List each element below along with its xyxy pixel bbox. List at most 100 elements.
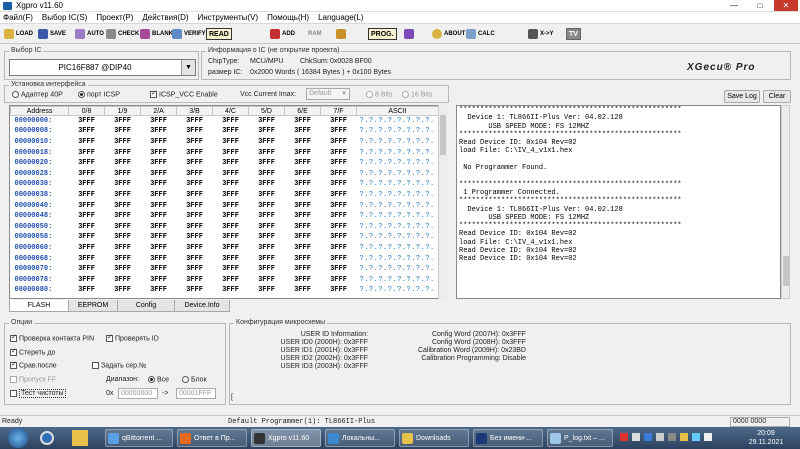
hex-cell[interactable]: 3FFF [249, 126, 285, 137]
hex-cell[interactable]: 3FFF [213, 232, 249, 243]
hex-cell[interactable]: 3FFF [69, 126, 105, 137]
hex-editor-grid[interactable]: Address 0/8 1/9 2/A 3/B 4/C 5/D 6/E 7/F ASCII 000… [9, 105, 447, 299]
hex-cell[interactable]: 3FFF [249, 116, 285, 127]
hex-cell[interactable]: 3FFF [177, 190, 213, 201]
ascii-cell[interactable]: ?.?.?.?.?.?.?.?. [357, 126, 439, 137]
adapter40-radio[interactable]: Адаптер 40P [12, 91, 63, 98]
hex-cell[interactable]: 3FFF [177, 211, 213, 222]
hex-cell[interactable]: 3FFF [321, 274, 357, 285]
ram-button[interactable]: RAM [308, 27, 322, 41]
hex-cell[interactable]: 3FFF [177, 137, 213, 148]
tray-icon[interactable] [680, 433, 688, 441]
hex-cell[interactable]: 3FFF [69, 137, 105, 148]
hex-cell[interactable]: 3FFF [213, 147, 249, 158]
hex-cell[interactable]: 3FFF [69, 158, 105, 169]
hex-cell[interactable]: 3FFF [141, 274, 177, 285]
hex-cell[interactable]: 3FFF [177, 116, 213, 127]
save-button[interactable]: SAVE [38, 27, 66, 41]
explorer-icon[interactable] [72, 430, 88, 446]
hex-cell[interactable]: 3FFF [105, 126, 141, 137]
bits16-radio[interactable]: 16 Bits [402, 91, 432, 98]
range-all-radio[interactable]: Все [148, 376, 169, 383]
close-button[interactable]: ✕ [774, 0, 798, 11]
hex-cell[interactable]: 3FFF [285, 168, 321, 179]
hex-cell[interactable]: 3FFF [69, 221, 105, 232]
hex-cell[interactable]: 3FFF [105, 253, 141, 264]
hex-cell[interactable]: 3FFF [105, 158, 141, 169]
hex-cell[interactable]: 3FFF [321, 232, 357, 243]
ascii-cell[interactable]: ?.?.?.?.?.?.?.?. [357, 158, 439, 169]
hex-cell[interactable]: 3FFF [177, 285, 213, 296]
logic-button[interactable] [404, 27, 414, 41]
hex-cell[interactable]: 3FFF [213, 285, 249, 296]
taskbar-item-notepad[interactable]: P_log.txt – ... [547, 429, 613, 447]
hex-cell[interactable]: 3FFF [177, 221, 213, 232]
hex-cell[interactable]: 3FFF [285, 137, 321, 148]
hex-cell[interactable]: 3FFF [249, 211, 285, 222]
hex-cell[interactable]: 3FFF [177, 200, 213, 211]
hex-cell[interactable]: 3FFF [177, 243, 213, 254]
minimize-button[interactable]: — [722, 0, 746, 11]
hex-cell[interactable]: 3FFF [141, 137, 177, 148]
ascii-cell[interactable]: ?.?.?.?.?.?.?.?. [357, 243, 439, 254]
hex-cell[interactable]: 3FFF [321, 116, 357, 127]
hex-cell[interactable]: 3FFF [177, 274, 213, 285]
menu-file[interactable]: Файл(F) [3, 13, 33, 22]
skip-ff-checkbox[interactable]: Пропуск FF [10, 376, 56, 383]
hex-cell[interactable]: 3FFF [177, 147, 213, 158]
hex-cell[interactable]: 3FFF [285, 243, 321, 254]
menu-select-ic[interactable]: Выбор IC(S) [42, 13, 87, 22]
hex-cell[interactable]: 3FFF [213, 179, 249, 190]
hex-cell[interactable]: 3FFF [321, 179, 357, 190]
hex-cell[interactable]: 3FFF [285, 116, 321, 127]
hex-cell[interactable]: 3FFF [321, 211, 357, 222]
hex-cell[interactable]: 3FFF [285, 232, 321, 243]
hex-cell[interactable]: 3FFF [249, 200, 285, 211]
hex-cell[interactable]: 3FFF [249, 137, 285, 148]
chevron-down-icon[interactable]: ▼ [181, 60, 195, 75]
hex-cell[interactable]: 3FFF [249, 253, 285, 264]
hex-cell[interactable]: 3FFF [105, 179, 141, 190]
hex-cell[interactable]: 3FFF [105, 168, 141, 179]
hex-cell[interactable]: 3FFF [69, 200, 105, 211]
tray-icon[interactable] [656, 433, 664, 441]
blank-button[interactable]: BLANK [140, 27, 173, 41]
compare-after-checkbox[interactable]: Срав.после [10, 362, 57, 369]
tray-icon[interactable] [620, 433, 628, 441]
hex-cell[interactable]: 3FFF [141, 232, 177, 243]
menu-actions[interactable]: Действия(D) [142, 13, 188, 22]
ascii-cell[interactable]: ?.?.?.?.?.?.?.?. [357, 232, 439, 243]
hex-cell[interactable]: 3FFF [285, 179, 321, 190]
tab-flash[interactable]: FLASH [9, 300, 69, 312]
log-vertical-scrollbar[interactable] [781, 105, 790, 299]
tv-button[interactable]: TV [566, 27, 581, 41]
hex-cell[interactable]: 3FFF [105, 243, 141, 254]
ascii-cell[interactable]: ?.?.?.?.?.?.?.?. [357, 147, 439, 158]
hex-cell[interactable]: 3FFF [321, 137, 357, 148]
hex-cell[interactable]: 3FFF [105, 190, 141, 201]
taskbar-item-qbittorrent[interactable]: qBittorrent ... [105, 429, 173, 447]
taskbar-item-firefox[interactable]: Ответ в Пр... [177, 429, 247, 447]
check-contacts-checkbox[interactable]: Проверка контакта PIN [10, 335, 94, 342]
start-button[interactable] [8, 428, 28, 448]
taskbar-item-xgpro[interactable]: Xgpro v11.60 [251, 429, 321, 447]
hex-cell[interactable]: 3FFF [249, 147, 285, 158]
hex-cell[interactable]: 3FFF [321, 264, 357, 275]
ascii-cell[interactable]: ?.?.?.?.?.?.?.?. [357, 285, 439, 296]
hex-cell[interactable]: 3FFF [105, 137, 141, 148]
hex-cell[interactable]: 3FFF [105, 147, 141, 158]
hex-cell[interactable]: 3FFF [69, 264, 105, 275]
menu-language[interactable]: Language(L) [318, 13, 363, 22]
chip-button[interactable] [336, 27, 346, 41]
hex-vertical-scrollbar[interactable] [438, 105, 447, 299]
hex-cell[interactable]: 3FFF [141, 264, 177, 275]
hex-cell[interactable]: 3FFF [249, 158, 285, 169]
hex-cell[interactable]: 3FFF [249, 285, 285, 296]
hex-cell[interactable]: 3FFF [285, 126, 321, 137]
ascii-cell[interactable]: ?.?.?.?.?.?.?.?. [357, 200, 439, 211]
hex-cell[interactable]: 3FFF [141, 211, 177, 222]
hex-cell[interactable]: 3FFF [285, 158, 321, 169]
vcc-current-select[interactable]: Default ▼ [306, 88, 350, 100]
tab-config[interactable]: Config [117, 300, 175, 312]
hex-cell[interactable]: 3FFF [213, 253, 249, 264]
